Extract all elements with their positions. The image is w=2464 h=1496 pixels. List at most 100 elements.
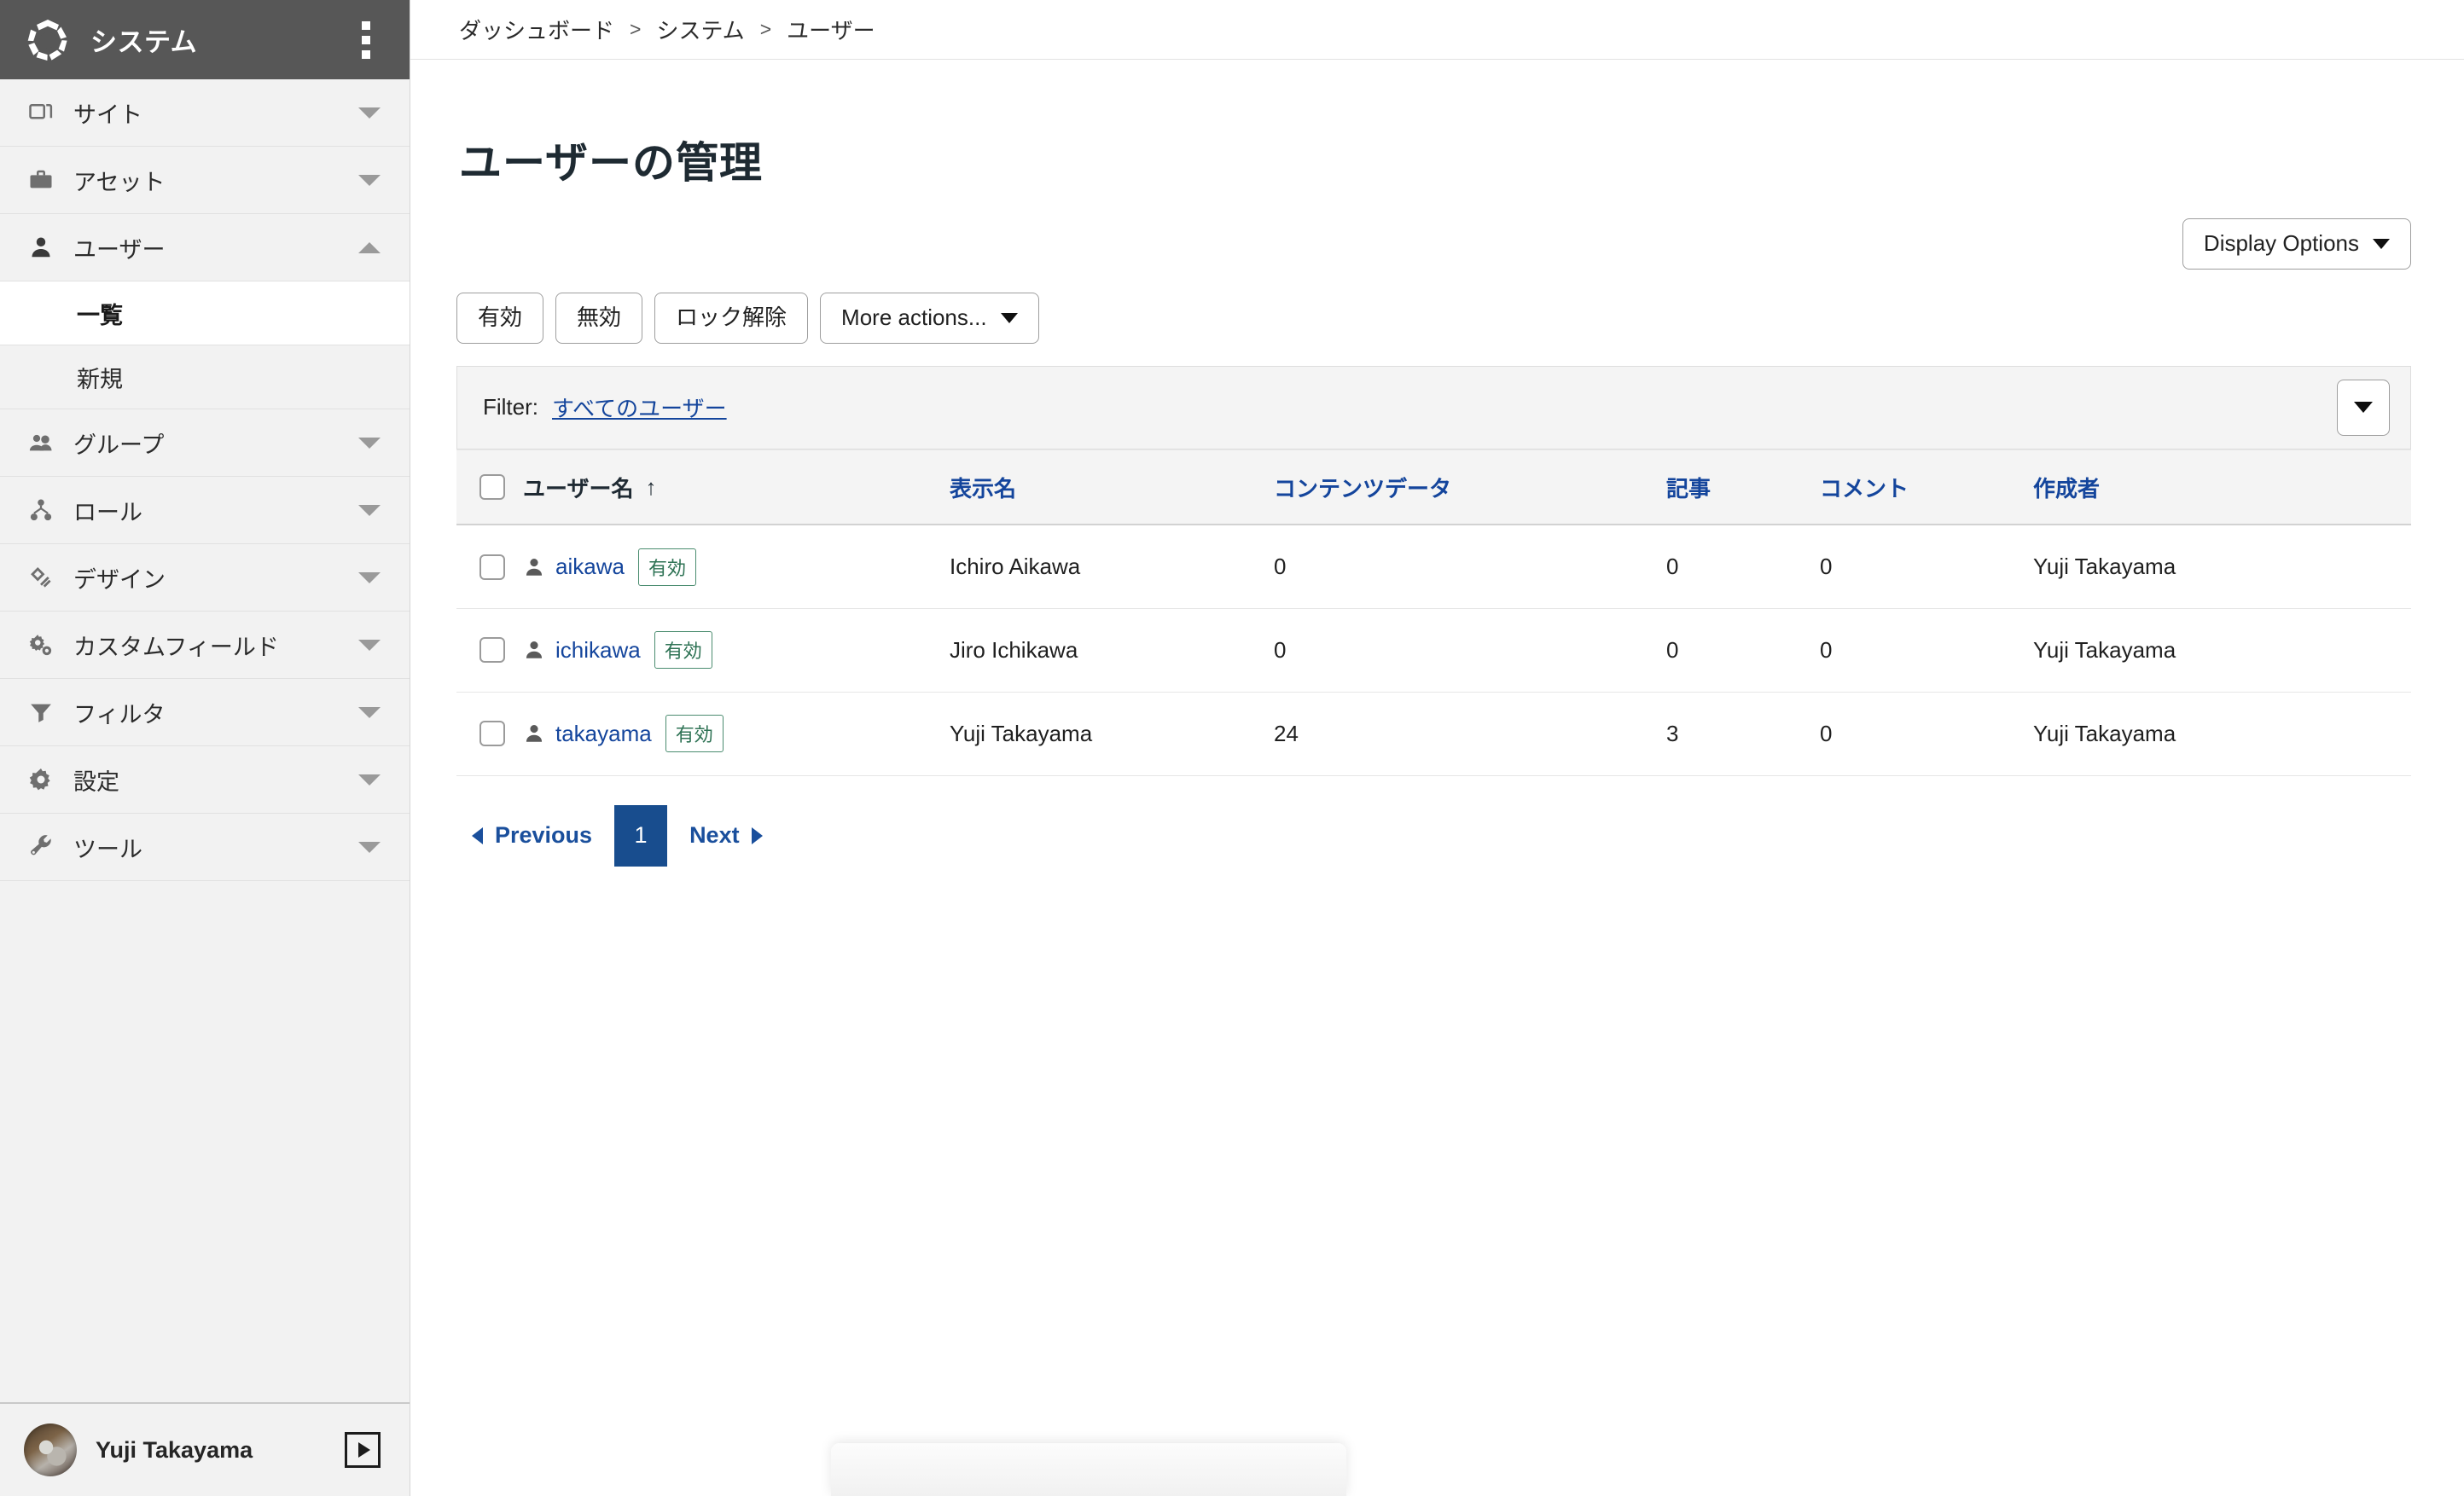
more-actions-button[interactable]: More actions... — [820, 292, 1039, 344]
display-options-label: Display Options — [2203, 230, 2359, 256]
sidebar-item-settings[interactable]: 設定 — [0, 746, 410, 814]
user-link[interactable]: aikawa — [555, 554, 625, 580]
row-comments-cell: 0 — [1820, 608, 2033, 693]
row-creator-cell: Yuji Takayama — [2033, 692, 2411, 776]
play-square-icon[interactable] — [345, 1432, 381, 1468]
person-icon — [523, 639, 545, 661]
chevron-down-icon[interactable] — [358, 774, 381, 786]
row-content-data-cell: 0 — [1274, 608, 1666, 693]
column-header-articles[interactable]: 記事 — [1666, 449, 1820, 526]
person-icon — [24, 235, 58, 260]
filter-bar: Filter: すべてのユーザー — [456, 365, 2411, 449]
sidebar-item-label: 設定 — [73, 768, 119, 795]
chevron-down-icon[interactable] — [358, 571, 381, 583]
users-table-head: ユーザー名 ↑ 表示名 コンテンツデータ 記事 コメント 作成者 — [456, 449, 2411, 526]
chevron-down-icon — [2373, 238, 2390, 249]
page-title: ユーザーの管理 — [459, 138, 763, 187]
column-header-display-name[interactable]: 表示名 — [950, 449, 1274, 526]
chevron-down-icon[interactable] — [358, 504, 381, 516]
column-header-creator[interactable]: 作成者 — [2033, 449, 2411, 526]
avatar — [24, 1424, 77, 1476]
column-header-content-data[interactable]: コンテンツデータ — [1274, 449, 1666, 526]
filter-label: Filter: — [483, 394, 538, 420]
column-header-username[interactable]: ユーザー名 ↑ — [523, 449, 950, 526]
breadcrumb-item-system[interactable]: システム — [656, 14, 744, 45]
segmented-ring-logo-icon — [24, 16, 72, 64]
row-comments-cell: 0 — [1820, 525, 2033, 609]
gears-icon — [24, 632, 58, 658]
sidebar-user-footer[interactable]: Yuji Takayama — [0, 1402, 410, 1496]
sidebar-item-label: フィルタ — [73, 701, 166, 728]
sidebar-item-users[interactable]: ユーザー — [0, 214, 410, 281]
chevron-up-icon[interactable] — [358, 241, 381, 253]
kebab-menu-icon[interactable] — [352, 17, 381, 63]
row-creator-cell: Yuji Takayama — [2033, 525, 2411, 609]
gear-icon — [24, 767, 58, 792]
select-all-header — [456, 449, 523, 526]
pagination-next[interactable]: Next — [674, 822, 778, 849]
sidebar-item-roles[interactable]: ロール — [0, 477, 410, 544]
user-link[interactable]: ichikawa — [555, 637, 641, 664]
chevron-down-icon[interactable] — [358, 706, 381, 718]
row-checkbox[interactable] — [479, 637, 505, 664]
table-row[interactable]: ichikawa 有効 Jiro Ichikawa 0 0 0 Yuji Tak… — [456, 608, 2411, 693]
disable-button[interactable]: 無効 — [555, 292, 643, 344]
pagination-previous[interactable]: Previous — [456, 822, 607, 849]
breadcrumb-item-dashboard[interactable]: ダッシュボード — [459, 14, 614, 45]
table-row[interactable]: takayama 有効 Yuji Takayama 24 3 0 Yuji Ta… — [456, 692, 2411, 776]
sidebar-header: システム — [0, 0, 410, 79]
sidebar-item-filters[interactable]: フィルタ — [0, 679, 410, 746]
chevron-down-icon — [2354, 402, 2373, 414]
row-articles-cell: 3 — [1666, 692, 1820, 776]
row-select-cell — [456, 692, 523, 776]
filter-dropdown-button[interactable] — [2337, 379, 2390, 436]
sidebar-item-label: グループ — [73, 432, 165, 458]
display-options-button[interactable]: Display Options — [2182, 218, 2411, 270]
enable-button[interactable]: 有効 — [456, 292, 544, 344]
row-checkbox[interactable] — [479, 554, 505, 580]
people-icon — [24, 430, 58, 455]
row-content-data-cell: 0 — [1274, 525, 1666, 609]
sidebar-item-tools[interactable]: ツール — [0, 814, 410, 881]
chevron-down-icon[interactable] — [358, 107, 381, 119]
row-username-cell: aikawa 有効 — [523, 525, 950, 609]
briefcase-icon — [24, 167, 58, 193]
hierarchy-icon — [24, 497, 58, 523]
breadcrumb-separator: > — [630, 18, 642, 40]
funnel-icon — [24, 699, 58, 725]
main-content: ダッシュボード > システム > ユーザー ユーザーの管理 Display Op… — [410, 0, 2464, 1496]
chevron-down-icon[interactable] — [358, 639, 381, 651]
sidebar-item-users-new[interactable]: 新規 — [0, 345, 410, 409]
unlock-button[interactable]: ロック解除 — [654, 292, 809, 344]
sidebar-item-site[interactable]: サイト — [0, 79, 410, 147]
chevron-down-icon[interactable] — [358, 437, 381, 449]
pagination-page-1[interactable]: 1 — [614, 804, 668, 867]
row-display-name-cell: Ichiro Aikawa — [950, 525, 1274, 609]
filter-value-link[interactable]: すべてのユーザー — [552, 391, 727, 423]
row-checkbox[interactable] — [479, 721, 505, 747]
row-comments-cell: 0 — [1820, 692, 2033, 776]
table-row[interactable]: aikawa 有効 Ichiro Aikawa 0 0 0 Yuji Takay… — [456, 525, 2411, 609]
column-header-comments[interactable]: コメント — [1820, 449, 2033, 526]
row-articles-cell: 0 — [1666, 525, 1820, 609]
sidebar-item-custom-fields[interactable]: カスタムフィールド — [0, 612, 410, 679]
chevron-down-icon[interactable] — [358, 174, 381, 186]
breadcrumb-item-users[interactable]: ユーザー — [787, 14, 875, 45]
windows-icon — [24, 100, 58, 125]
bottom-floating-panel[interactable] — [831, 1443, 1346, 1496]
sidebar-item-assets[interactable]: アセット — [0, 147, 410, 214]
person-icon — [523, 556, 545, 578]
app-root: システム サイト アセット ユーザー 一覧 新規 グループ ロール デザイン カ… — [0, 0, 2464, 1496]
sidebar-item-label: デザイン — [73, 566, 166, 593]
user-link[interactable]: takayama — [555, 721, 652, 747]
row-creator-cell: Yuji Takayama — [2033, 608, 2411, 693]
sidebar-item-groups[interactable]: グループ — [0, 409, 410, 477]
chevron-left-icon — [472, 826, 483, 844]
sidebar-item-label: ツール — [73, 836, 142, 862]
chevron-down-icon[interactable] — [358, 841, 381, 853]
row-content-data-cell: 24 — [1274, 692, 1666, 776]
row-display-name-cell: Yuji Takayama — [950, 692, 1274, 776]
select-all-checkbox[interactable] — [479, 474, 505, 501]
sidebar-item-users-list[interactable]: 一覧 — [0, 281, 410, 345]
sidebar-item-design[interactable]: デザイン — [0, 544, 410, 612]
